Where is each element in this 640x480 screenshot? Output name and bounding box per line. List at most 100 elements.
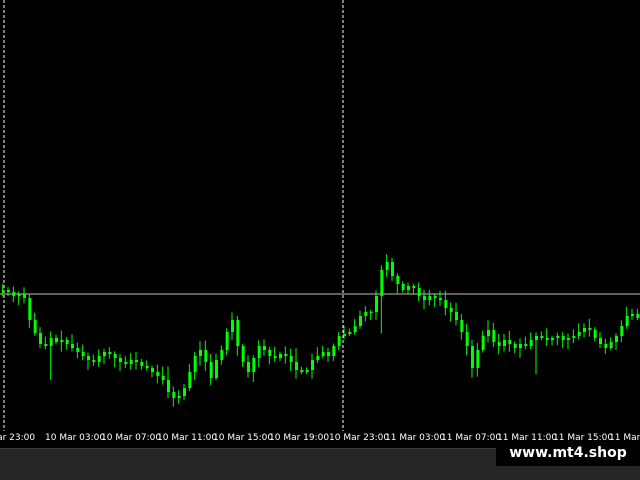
candle-body: [583, 328, 586, 332]
candle-body: [481, 336, 485, 350]
time-tick-label: 10 Mar 11:00: [157, 433, 218, 443]
candle-body: [87, 356, 90, 360]
candle-body: [305, 370, 309, 372]
time-tick-label: 10 Mar 23:00: [329, 433, 390, 443]
candle-body: [417, 288, 421, 296]
candle-body: [33, 320, 37, 333]
candle-body: [215, 360, 218, 378]
candle-body: [1, 290, 5, 291]
candle-body: [17, 294, 21, 296]
candle-body: [636, 314, 640, 318]
candle-body: [97, 356, 101, 362]
candle-body: [135, 360, 138, 362]
time-tick-label: 10 Mar 19:00: [269, 433, 330, 443]
candle-body: [556, 336, 560, 338]
candle-body: [311, 360, 314, 370]
candle-body: [337, 336, 341, 346]
candle-body: [28, 298, 32, 320]
candle-body: [588, 328, 592, 330]
candle-body: [439, 298, 442, 300]
candle-body: [279, 354, 282, 358]
candle-body: [593, 330, 597, 338]
candle-body: [433, 296, 437, 298]
candle-body: [545, 338, 549, 340]
candle-body: [92, 360, 96, 362]
candle-body: [60, 340, 64, 342]
candle-body: [193, 356, 197, 372]
candle-body: [177, 396, 181, 398]
candle-body: [631, 314, 634, 316]
candle-body: [263, 346, 266, 350]
candle-body: [119, 358, 122, 362]
candle-body: [172, 392, 176, 398]
candle-body: [519, 344, 522, 348]
candle-body: [300, 370, 304, 372]
candle-body: [487, 330, 490, 336]
candle-body: [316, 356, 320, 360]
candle-body: [625, 316, 629, 326]
candle-body: [209, 362, 213, 378]
candle-body: [476, 350, 480, 368]
time-tick-label: 10 Mar 15:00: [213, 433, 274, 443]
candle-body: [535, 336, 538, 340]
candle-body: [444, 300, 448, 308]
candle-body: [161, 376, 165, 380]
candle-body: [124, 362, 128, 364]
candle-body: [620, 326, 624, 336]
candle-body: [327, 352, 330, 356]
candle-body: [449, 308, 453, 312]
candle-body: [380, 270, 384, 296]
candle-body: [225, 332, 229, 350]
candle-body: [49, 338, 53, 346]
candle-body: [577, 332, 581, 336]
time-tick-label: 11 Mar 03:00: [385, 433, 446, 443]
chart-area[interactable]: [0, 0, 640, 431]
candle-body: [572, 336, 576, 338]
candle-body: [76, 348, 80, 352]
candle-body: [561, 336, 565, 340]
candle-body: [268, 350, 272, 356]
candle-body: [183, 388, 186, 396]
watermark-text: www.mt4.shop: [509, 445, 627, 461]
candle-body: [551, 338, 554, 340]
time-tick-label: 10 Mar 23:00: [0, 433, 36, 443]
candle-body: [567, 338, 570, 340]
candle-body: [423, 296, 426, 300]
price-chart[interactable]: [0, 0, 640, 431]
candle-body: [156, 372, 160, 376]
candle-body: [391, 262, 394, 276]
candle-body: [71, 344, 74, 348]
candle-body: [492, 330, 496, 342]
candle-body: [39, 333, 42, 344]
candle-body: [407, 286, 410, 290]
candle-body: [465, 332, 469, 346]
candle-body: [497, 342, 501, 346]
candle-body: [129, 360, 133, 364]
candle-body: [385, 262, 389, 270]
candle-body: [455, 312, 458, 320]
candle-body: [359, 316, 362, 326]
candle-body: [167, 380, 170, 392]
candle-body: [609, 342, 613, 348]
candle-body: [12, 292, 16, 296]
candle-body: [204, 350, 208, 362]
candle-body: [55, 338, 58, 342]
candle-body: [220, 350, 224, 360]
candle-body: [44, 344, 48, 346]
candle-body: [513, 344, 517, 348]
candle-body: [247, 362, 250, 372]
candle-body: [113, 354, 117, 358]
candle-body: [252, 358, 256, 372]
candle-body: [471, 346, 474, 368]
candle-body: [348, 332, 352, 334]
candle-body: [284, 354, 288, 356]
candle-body: [503, 340, 506, 346]
candle-body: [241, 346, 245, 362]
candle-body: [7, 290, 10, 292]
candles: [1, 254, 640, 407]
candle-body: [108, 352, 112, 354]
candle-body: [257, 346, 261, 358]
candle-body: [604, 344, 608, 348]
candle-body: [615, 336, 618, 342]
candle-body: [65, 340, 69, 344]
